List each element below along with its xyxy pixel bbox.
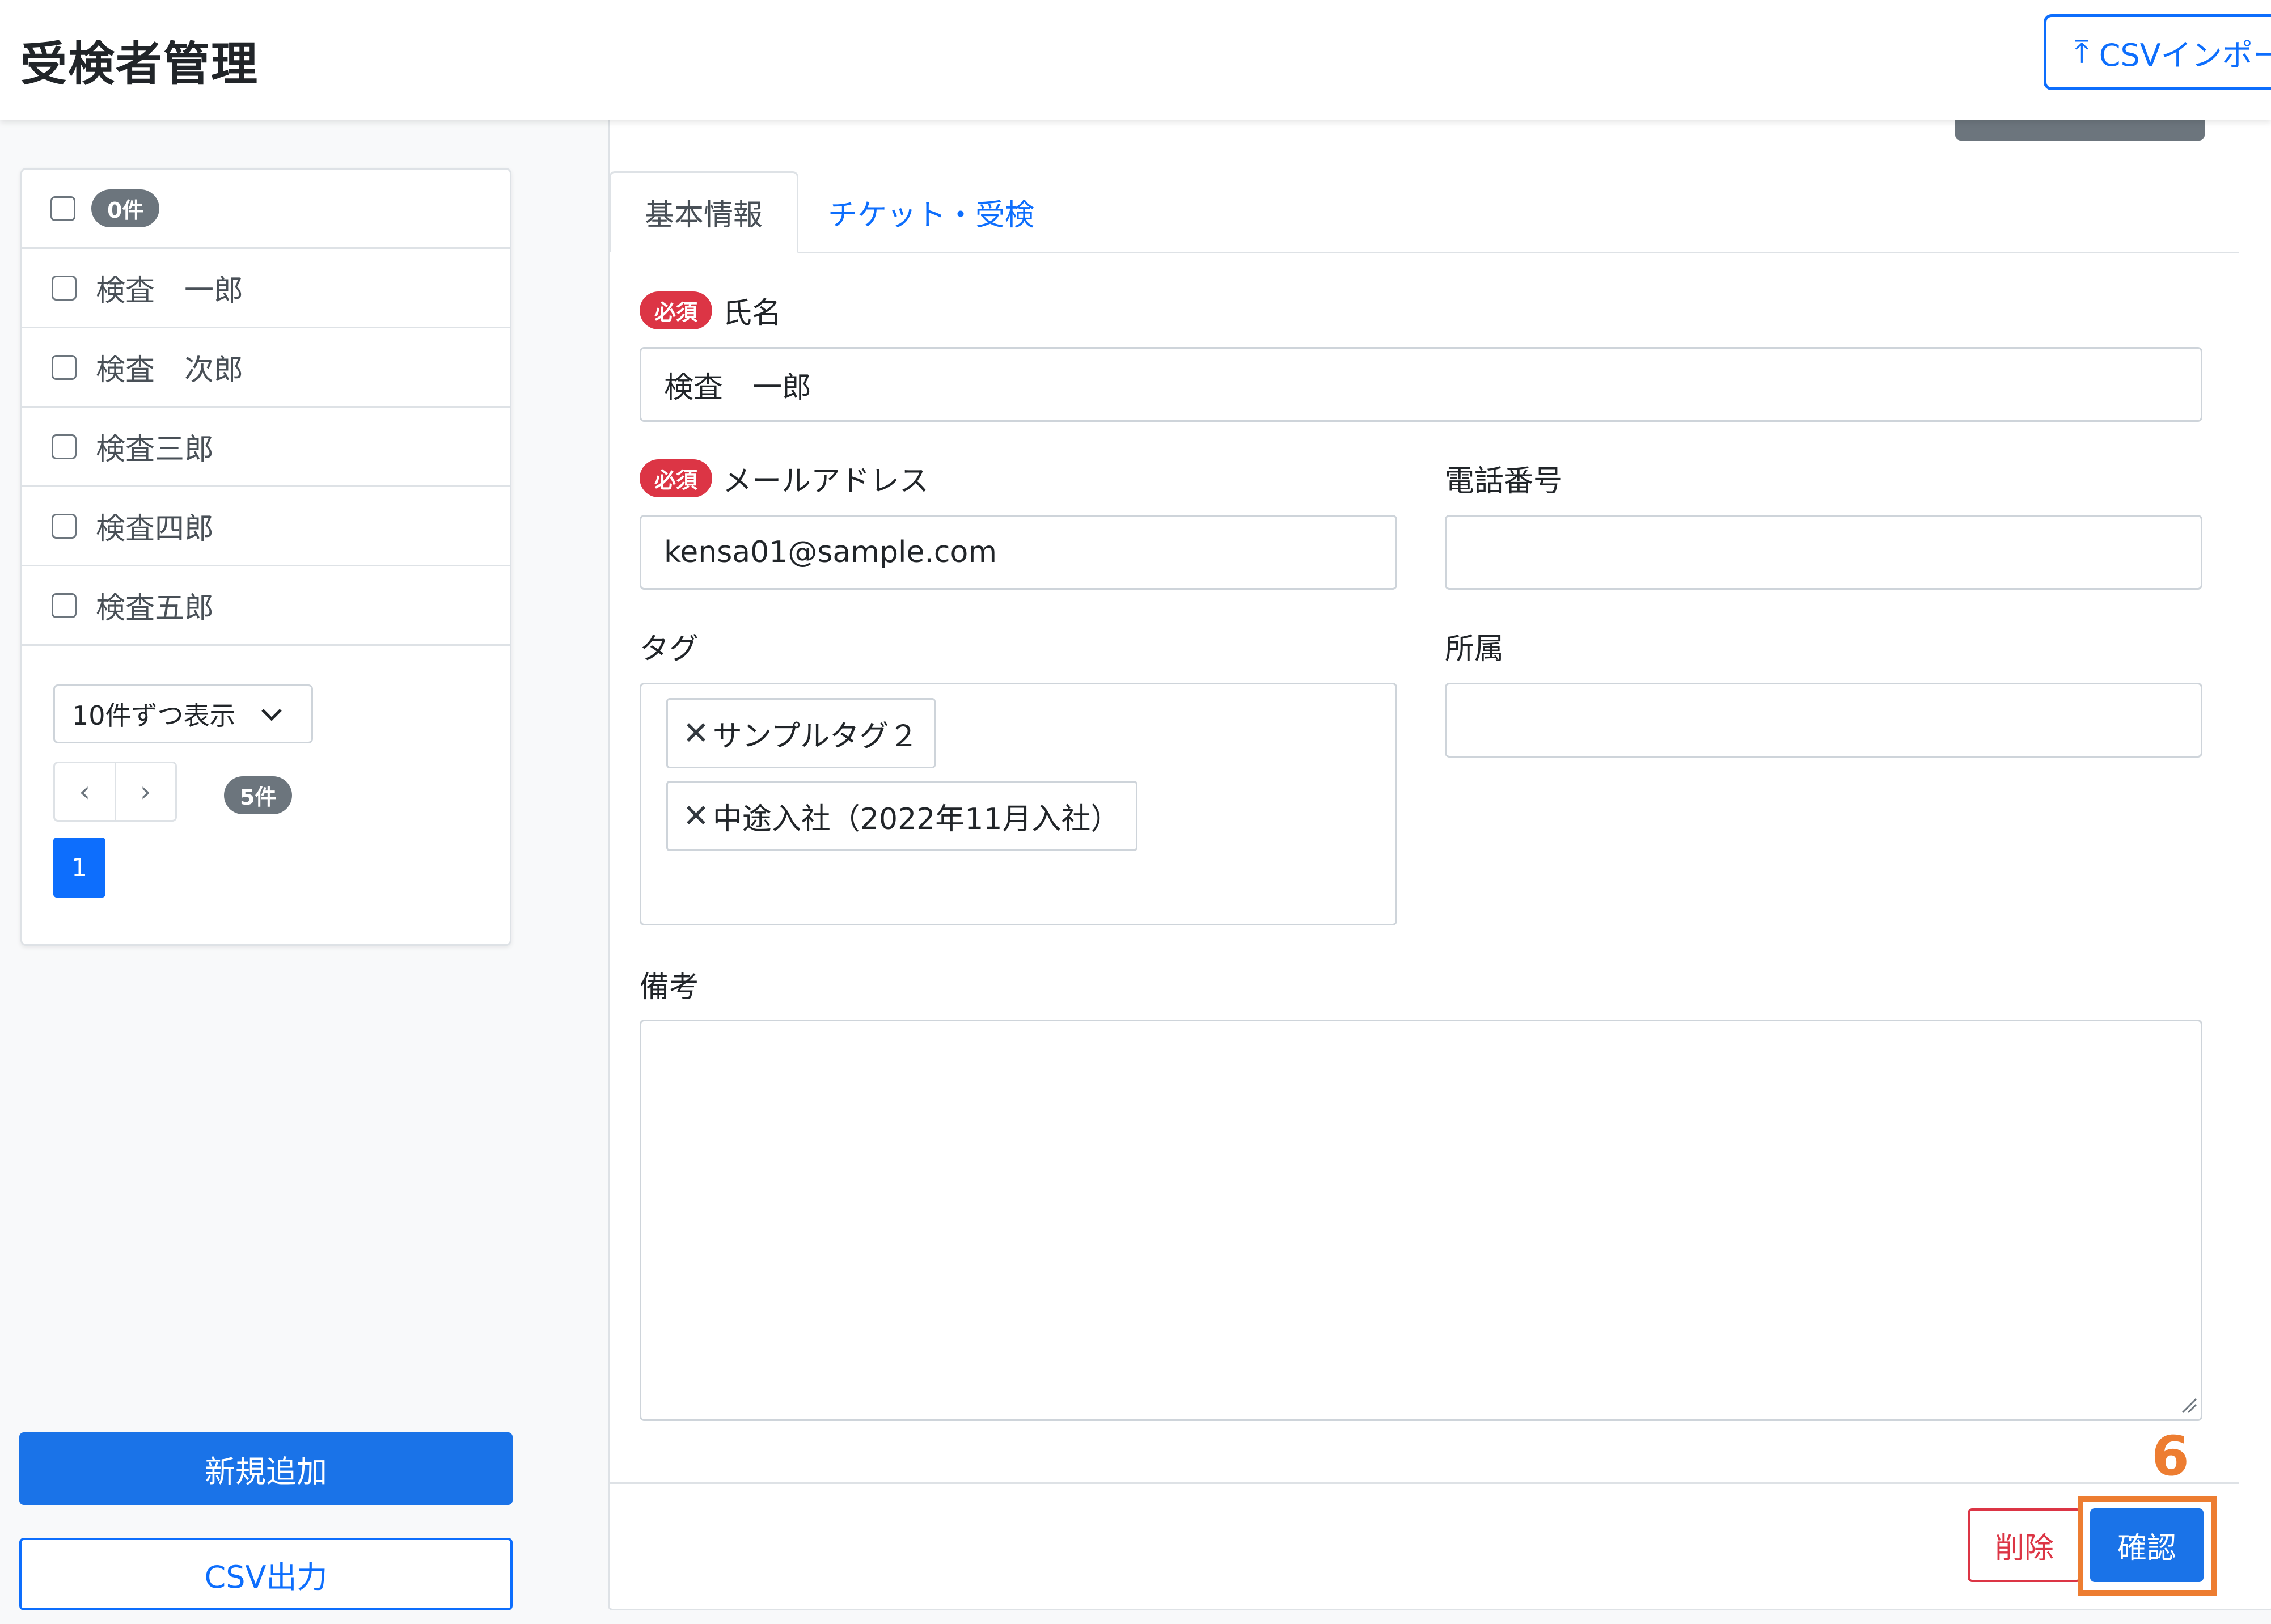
name-field[interactable]: 検査 一郎 [640,347,2202,422]
email-label: メールアドレス [722,464,929,498]
tag-label: タグ [640,632,699,666]
list-item-label: 検査三郎 [96,433,214,467]
tag-field[interactable]: ✕ サンプルタグ２ ✕ 中途入社（2022年11月入社） [640,683,1397,925]
annotation-highlight-box [2078,1496,2217,1596]
notes-field[interactable] [640,1020,2202,1421]
tag-chip-label: サンプルタグ２ [712,719,919,754]
row-checkbox[interactable] [52,513,77,539]
pager: ‹ › [53,762,177,822]
name-label-group: 必須 氏名 [640,289,781,332]
tag-chip-label: 中途入社（2022年11月入社） [712,802,1120,836]
list-item-label: 検査 一郎 [96,274,244,308]
examinee-list-card: 0件 検査 一郎 検査 次郎 検査三郎 検査四郎 検査五郎 10件ずつ表示 ‹ … [20,168,511,946]
list-item-label: 検査四郎 [96,512,214,546]
phone-field[interactable] [1445,515,2202,590]
card-footer-divider [608,1482,2239,1484]
tag-chip[interactable]: ✕ サンプルタグ２ [666,698,936,768]
required-badge: 必須 [640,459,713,497]
list-item[interactable]: 検査 一郎 [22,249,510,328]
name-label: 氏名 [722,297,782,331]
per-page-value: 10件ずつ表示 [72,700,236,731]
affiliation-field[interactable] [1445,683,2202,758]
tag-chip[interactable]: ✕ 中途入社（2022年11月入社） [666,781,1138,851]
list-item[interactable]: 検査三郎 [22,408,510,487]
delete-button[interactable]: 削除 [1968,1508,2081,1582]
total-count-badge: 5件 [224,776,293,814]
email-field[interactable]: kensa01@sample.com [640,515,1397,590]
select-all-row: 0件 [22,170,510,249]
prev-page-button[interactable]: ‹ [55,763,115,820]
row-checkbox[interactable] [52,434,77,459]
chevron-down-icon [259,697,284,738]
step-number-annotation: 6 [2151,1424,2189,1488]
upload-icon: ⤒ [2075,33,2089,70]
next-page-button[interactable]: › [114,763,176,820]
list-item[interactable]: 検査 次郎 [22,328,510,408]
csv-import-label: CSVインポート [2099,37,2271,73]
selected-count-badge: 0件 [91,189,160,227]
list-item-label: 検査 次郎 [96,353,244,387]
top-bar: 受検者管理 ⤒ CSVインポート [0,0,2271,120]
add-new-button[interactable]: 新規追加 [19,1432,513,1505]
close-icon[interactable]: ✕ [683,715,709,752]
list-item-label: 検査五郎 [96,591,214,625]
email-label-group: 必須 メールアドレス [640,457,929,500]
required-badge: 必須 [640,291,713,329]
affiliation-label: 所属 [1445,632,1504,666]
page-1-button[interactable]: 1 [53,838,105,898]
select-all-checkbox[interactable] [50,196,75,221]
csv-import-button[interactable]: ⤒ CSVインポート [2044,14,2271,90]
tab-basic-info[interactable]: 基本情報 [609,171,798,253]
csv-export-button[interactable]: CSV出力 [19,1538,513,1610]
per-page-select[interactable]: 10件ずつ表示 [53,684,313,743]
row-checkbox[interactable] [52,593,77,618]
phone-label: 電話番号 [1445,464,1563,498]
page-title: 受検者管理 [20,37,259,91]
close-icon[interactable]: ✕ [683,798,709,835]
list-item[interactable]: 検査四郎 [22,487,510,566]
row-checkbox[interactable] [52,275,77,301]
resize-handle-icon[interactable] [2180,1397,2197,1416]
tab-ticket-exam[interactable]: チケット・受検 [828,171,1034,253]
row-checkbox[interactable] [52,354,77,380]
list-item[interactable]: 検査五郎 [22,566,510,646]
notes-label: 備考 [640,970,699,1004]
